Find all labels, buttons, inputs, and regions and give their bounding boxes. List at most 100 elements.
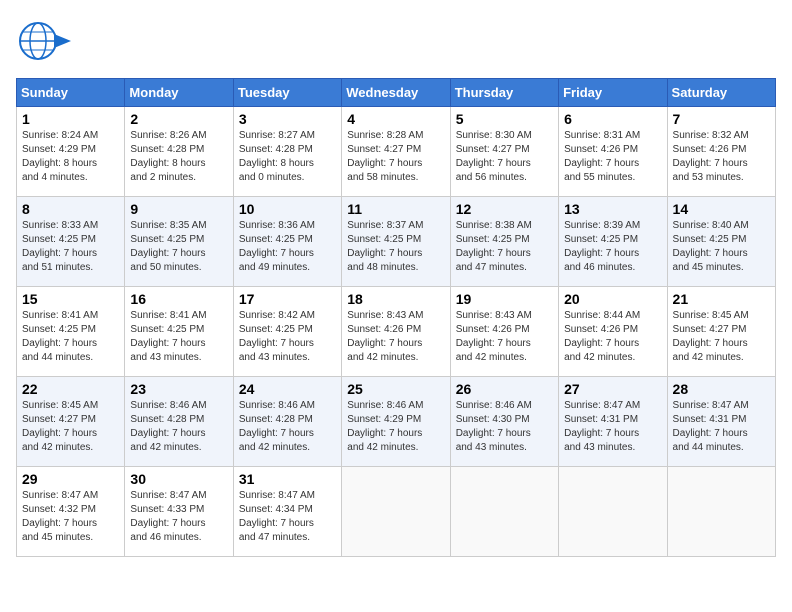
- day-number: 17: [239, 291, 336, 307]
- day-info: Sunrise: 8:46 AMSunset: 4:30 PMDaylight:…: [456, 399, 553, 455]
- page-header: [16, 16, 776, 66]
- calendar-cell: [667, 467, 775, 557]
- day-number: 4: [347, 111, 444, 127]
- day-number: 21: [673, 291, 770, 307]
- day-info: Sunrise: 8:27 AMSunset: 4:28 PMDaylight:…: [239, 129, 336, 185]
- day-number: 13: [564, 201, 661, 217]
- day-number: 28: [673, 381, 770, 397]
- calendar-cell: 5 Sunrise: 8:30 AMSunset: 4:27 PMDaylight…: [450, 107, 558, 197]
- calendar-week-3: 15 Sunrise: 8:41 AMSunset: 4:25 PMDayligh…: [17, 287, 776, 377]
- day-info: Sunrise: 8:47 AMSunset: 4:33 PMDaylight:…: [130, 489, 227, 545]
- calendar-cell: 8 Sunrise: 8:33 AMSunset: 4:25 PMDaylight…: [17, 197, 125, 287]
- calendar-header-row: SundayMondayTuesdayWednesdayThursdayFrid…: [17, 79, 776, 107]
- day-info: Sunrise: 8:47 AMSunset: 4:31 PMDaylight:…: [673, 399, 770, 455]
- logo: [16, 16, 68, 66]
- calendar-cell: 22 Sunrise: 8:45 AMSunset: 4:27 PMDayligh…: [17, 377, 125, 467]
- calendar-week-4: 22 Sunrise: 8:45 AMSunset: 4:27 PMDayligh…: [17, 377, 776, 467]
- day-number: 18: [347, 291, 444, 307]
- day-info: Sunrise: 8:33 AMSunset: 4:25 PMDaylight:…: [22, 219, 119, 275]
- day-info: Sunrise: 8:38 AMSunset: 4:25 PMDaylight:…: [456, 219, 553, 275]
- calendar-cell: 7Sunrise: 8:32 AMSunset: 4:26 PMDaylight…: [667, 107, 775, 197]
- day-number: 26: [456, 381, 553, 397]
- day-number: 16: [130, 291, 227, 307]
- calendar-header-tuesday: Tuesday: [233, 79, 341, 107]
- calendar-cell: 13 Sunrise: 8:39 AMSunset: 4:25 PMDayligh…: [559, 197, 667, 287]
- calendar-cell: 3 Sunrise: 8:27 AMSunset: 4:28 PMDaylight…: [233, 107, 341, 197]
- day-number: 3: [239, 111, 336, 127]
- calendar-cell: [559, 467, 667, 557]
- day-info: Sunrise: 8:24 AMSunset: 4:29 PMDaylight:…: [22, 129, 119, 185]
- calendar-cell: 26 Sunrise: 8:46 AMSunset: 4:30 PMDayligh…: [450, 377, 558, 467]
- day-number: 8: [22, 201, 119, 217]
- day-info: Sunrise: 8:46 AMSunset: 4:28 PMDaylight:…: [239, 399, 336, 455]
- day-number: 23: [130, 381, 227, 397]
- day-number: 15: [22, 291, 119, 307]
- calendar-cell: 6 Sunrise: 8:31 AMSunset: 4:26 PMDaylight…: [559, 107, 667, 197]
- logo-icon: [16, 16, 76, 66]
- calendar-cell: 19 Sunrise: 8:43 AMSunset: 4:26 PMDayligh…: [450, 287, 558, 377]
- day-number: 6: [564, 111, 661, 127]
- day-number: 25: [347, 381, 444, 397]
- day-info: Sunrise: 8:37 AMSunset: 4:25 PMDaylight:…: [347, 219, 444, 275]
- day-info: Sunrise: 8:36 AMSunset: 4:25 PMDaylight:…: [239, 219, 336, 275]
- calendar-cell: 31 Sunrise: 8:47 AMSunset: 4:34 PMDayligh…: [233, 467, 341, 557]
- calendar-cell: 2 Sunrise: 8:26 AMSunset: 4:28 PMDaylight…: [125, 107, 233, 197]
- day-info: Sunrise: 8:44 AMSunset: 4:26 PMDaylight:…: [564, 309, 661, 365]
- calendar-header-sunday: Sunday: [17, 79, 125, 107]
- day-number: 9: [130, 201, 227, 217]
- day-number: 5: [456, 111, 553, 127]
- calendar-table: SundayMondayTuesdayWednesdayThursdayFrid…: [16, 78, 776, 557]
- day-number: 14: [673, 201, 770, 217]
- day-info: Sunrise: 8:45 AMSunset: 4:27 PMDaylight:…: [673, 309, 770, 365]
- day-number: 2: [130, 111, 227, 127]
- calendar-cell: 11 Sunrise: 8:37 AMSunset: 4:25 PMDayligh…: [342, 197, 450, 287]
- calendar-week-1: 1 Sunrise: 8:24 AMSunset: 4:29 PMDaylight…: [17, 107, 776, 197]
- day-info: Sunrise: 8:39 AMSunset: 4:25 PMDaylight:…: [564, 219, 661, 275]
- calendar-cell: 25Sunrise: 8:46 AMSunset: 4:29 PMDayligh…: [342, 377, 450, 467]
- calendar-cell: 17 Sunrise: 8:42 AMSunset: 4:25 PMDayligh…: [233, 287, 341, 377]
- day-number: 31: [239, 471, 336, 487]
- calendar-cell: 29Sunrise: 8:47 AMSunset: 4:32 PMDayligh…: [17, 467, 125, 557]
- calendar-cell: 14Sunrise: 8:40 AMSunset: 4:25 PMDayligh…: [667, 197, 775, 287]
- day-info: Sunrise: 8:42 AMSunset: 4:25 PMDaylight:…: [239, 309, 336, 365]
- calendar-header-saturday: Saturday: [667, 79, 775, 107]
- calendar-cell: 20 Sunrise: 8:44 AMSunset: 4:26 PMDayligh…: [559, 287, 667, 377]
- calendar-cell: [450, 467, 558, 557]
- day-info: Sunrise: 8:47 AMSunset: 4:34 PMDaylight:…: [239, 489, 336, 545]
- day-number: 20: [564, 291, 661, 307]
- day-info: Sunrise: 8:41 AMSunset: 4:25 PMDaylight:…: [130, 309, 227, 365]
- day-number: 1: [22, 111, 119, 127]
- day-number: 27: [564, 381, 661, 397]
- day-number: 22: [22, 381, 119, 397]
- day-info: Sunrise: 8:26 AMSunset: 4:28 PMDaylight:…: [130, 129, 227, 185]
- calendar-cell: 10 Sunrise: 8:36 AMSunset: 4:25 PMDayligh…: [233, 197, 341, 287]
- calendar-cell: 28 Sunrise: 8:47 AMSunset: 4:31 PMDayligh…: [667, 377, 775, 467]
- day-number: 10: [239, 201, 336, 217]
- day-number: 30: [130, 471, 227, 487]
- calendar-cell: 16 Sunrise: 8:41 AMSunset: 4:25 PMDayligh…: [125, 287, 233, 377]
- calendar-cell: 23 Sunrise: 8:46 AMSunset: 4:28 PMDayligh…: [125, 377, 233, 467]
- day-info: Sunrise: 8:45 AMSunset: 4:27 PMDaylight:…: [22, 399, 119, 455]
- day-info: Sunrise: 8:46 AMSunset: 4:28 PMDaylight:…: [130, 399, 227, 455]
- day-number: 7: [673, 111, 770, 127]
- calendar-cell: [342, 467, 450, 557]
- day-info: Sunrise: 8:43 AMSunset: 4:26 PMDaylight:…: [456, 309, 553, 365]
- day-info: Sunrise: 8:47 AMSunset: 4:32 PMDaylight:…: [22, 489, 119, 545]
- calendar-cell: 9Sunrise: 8:35 AMSunset: 4:25 PMDaylight…: [125, 197, 233, 287]
- day-info: Sunrise: 8:47 AMSunset: 4:31 PMDaylight:…: [564, 399, 661, 455]
- day-info: Sunrise: 8:41 AMSunset: 4:25 PMDaylight:…: [22, 309, 119, 365]
- calendar-header-wednesday: Wednesday: [342, 79, 450, 107]
- calendar-week-2: 8 Sunrise: 8:33 AMSunset: 4:25 PMDaylight…: [17, 197, 776, 287]
- calendar-week-5: 29Sunrise: 8:47 AMSunset: 4:32 PMDayligh…: [17, 467, 776, 557]
- day-number: 19: [456, 291, 553, 307]
- day-number: 24: [239, 381, 336, 397]
- day-info: Sunrise: 8:31 AMSunset: 4:26 PMDaylight:…: [564, 129, 661, 185]
- calendar-cell: 15 Sunrise: 8:41 AMSunset: 4:25 PMDayligh…: [17, 287, 125, 377]
- calendar-cell: 30 Sunrise: 8:47 AMSunset: 4:33 PMDayligh…: [125, 467, 233, 557]
- day-number: 11: [347, 201, 444, 217]
- calendar-header-thursday: Thursday: [450, 79, 558, 107]
- calendar-cell: 12Sunrise: 8:38 AMSunset: 4:25 PMDayligh…: [450, 197, 558, 287]
- calendar-cell: 4Sunrise: 8:28 AMSunset: 4:27 PMDaylight…: [342, 107, 450, 197]
- day-info: Sunrise: 8:30 AMSunset: 4:27 PMDaylight:…: [456, 129, 553, 185]
- calendar-cell: 24 Sunrise: 8:46 AMSunset: 4:28 PMDayligh…: [233, 377, 341, 467]
